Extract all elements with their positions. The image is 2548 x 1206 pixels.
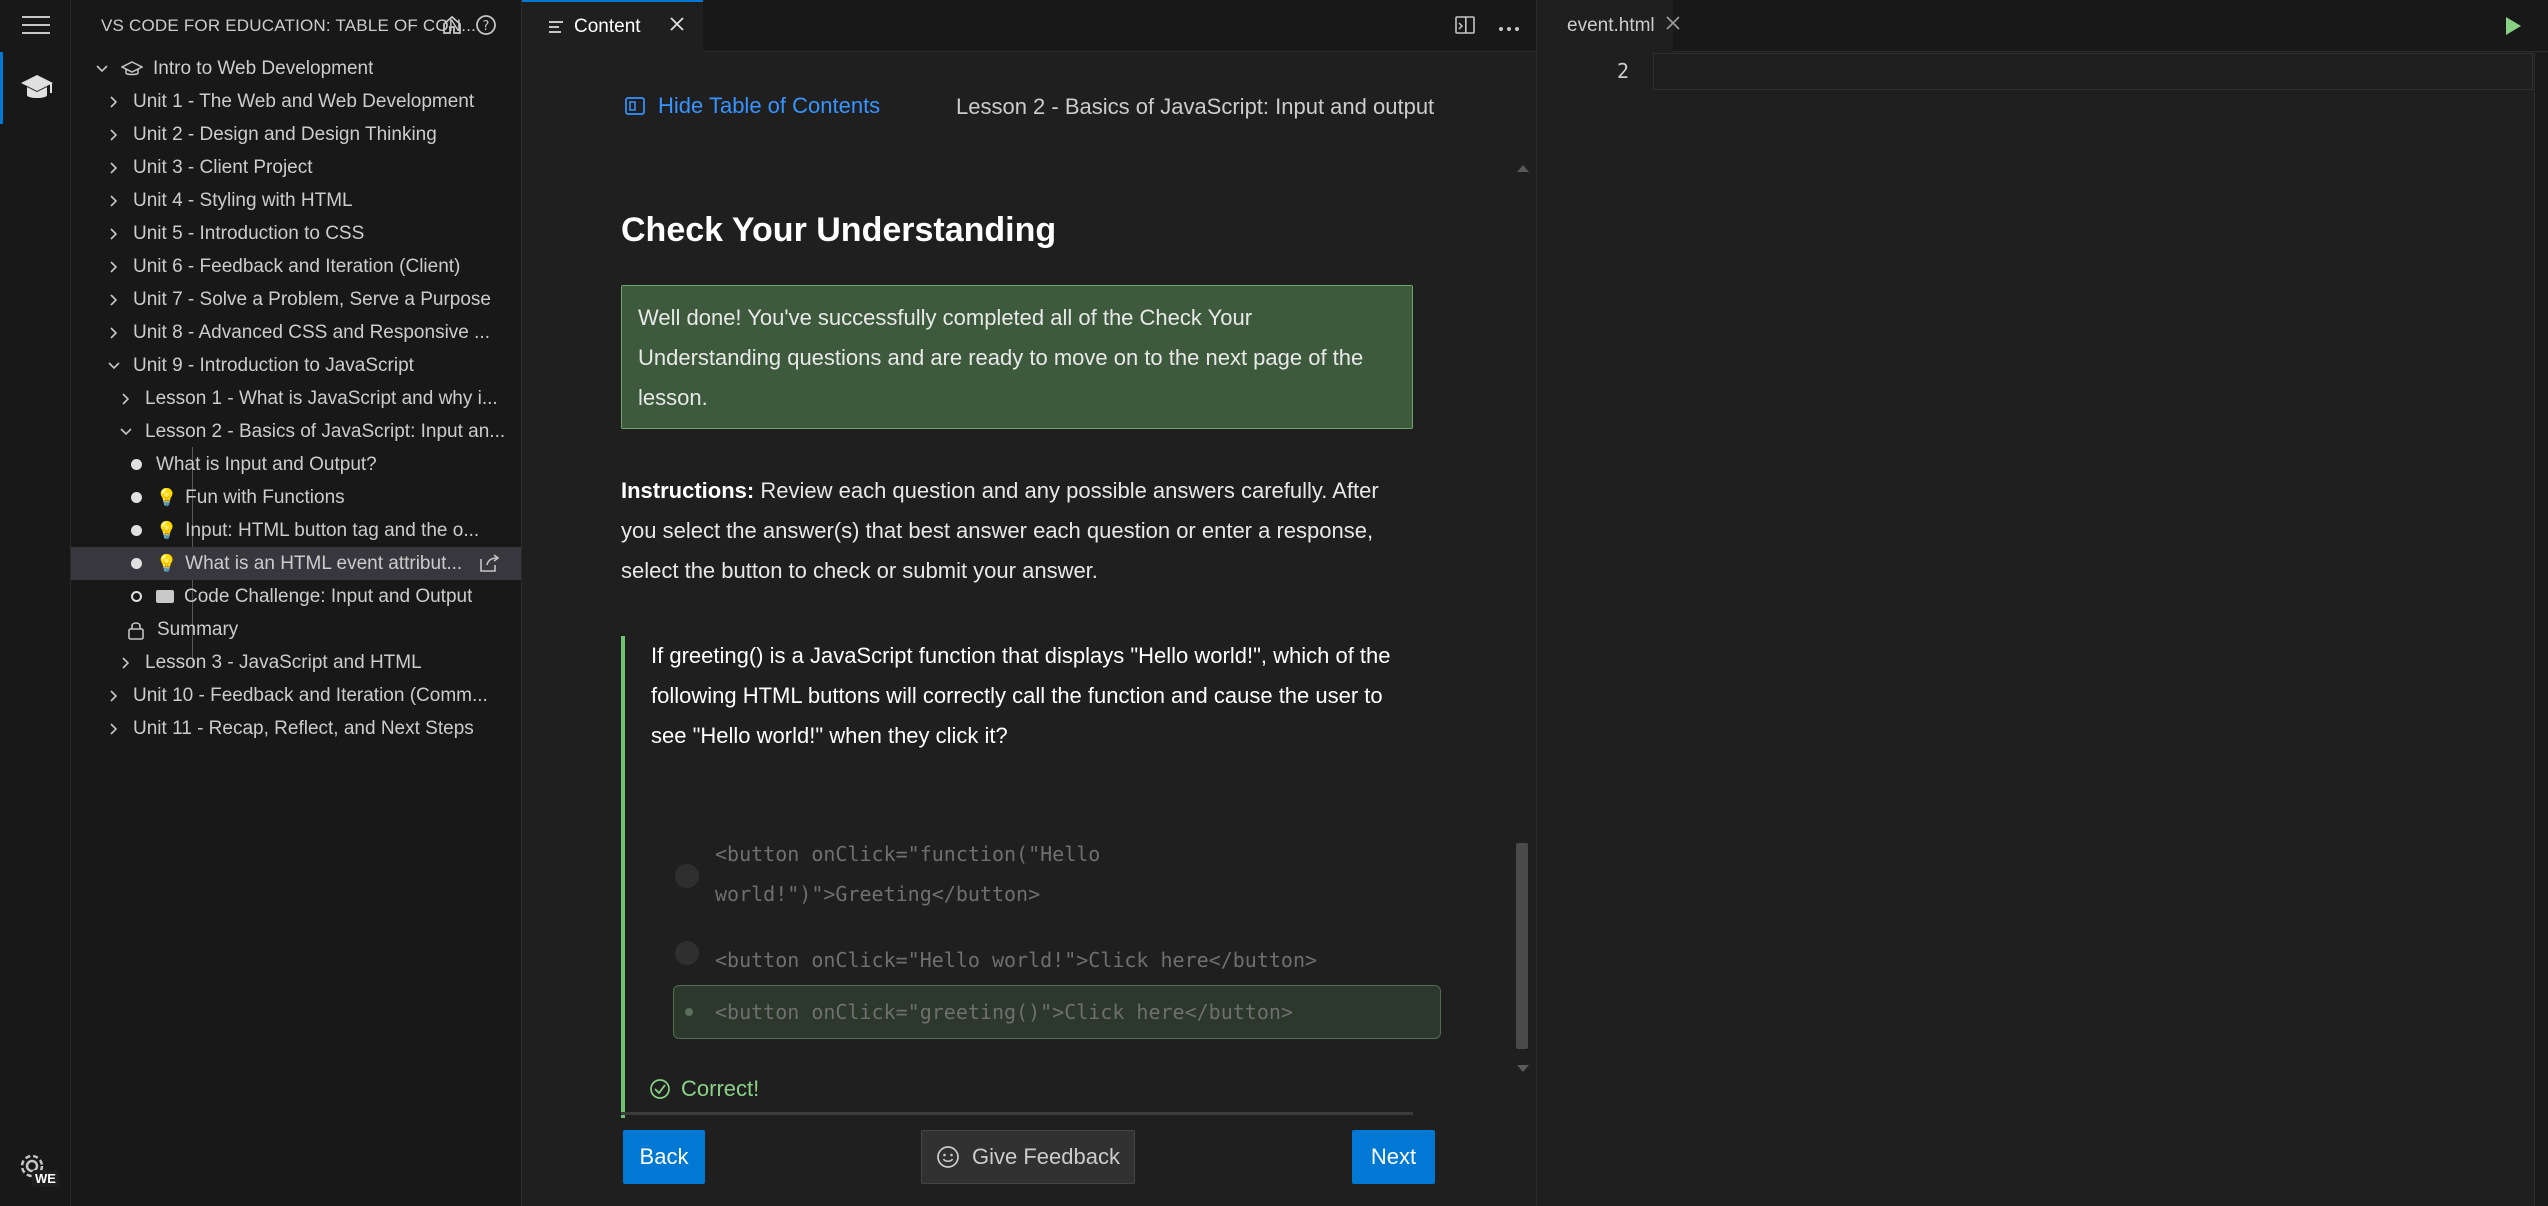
activity-bar: WE (0, 0, 71, 1206)
close-icon[interactable] (1665, 15, 1681, 37)
tree-item-page-input-output[interactable]: What is Input and Output? (71, 448, 521, 481)
result-correct: Correct! (649, 1076, 759, 1102)
scrollbar-thumb[interactable] (1516, 843, 1528, 1049)
tree-item-unit-9[interactable]: Unit 9 - Introduction to JavaScript (71, 349, 521, 382)
lightbulb-icon: 💡 (156, 520, 178, 540)
tab-content[interactable]: Content (522, 0, 703, 52)
tree-item-unit-10[interactable]: Unit 10 - Feedback and Iteration (Comm..… (71, 679, 521, 712)
tree-item-page-summary[interactable]: Summary (71, 613, 521, 646)
run-play-icon[interactable] (2504, 16, 2522, 41)
tree-item-unit-4[interactable]: Unit 4 - Styling with HTML (71, 184, 521, 217)
tree-item-unit-7[interactable]: Unit 7 - Solve a Problem, Serve a Purpos… (71, 283, 521, 316)
back-button[interactable]: Back (623, 1130, 705, 1184)
code-tabbar: event.html (1537, 0, 2548, 52)
hide-toc-link[interactable]: Hide Table of Contents (624, 93, 880, 119)
help-icon[interactable]: ? (475, 14, 497, 41)
current-line-highlight[interactable] (1653, 53, 2533, 90)
menu-icon[interactable] (22, 16, 50, 38)
lesson-content: Hide Table of Contents Lesson 2 - Basics… (522, 53, 1536, 1206)
svg-text:?: ? (483, 19, 490, 34)
preview-toggle-icon[interactable] (1454, 14, 1476, 41)
tree-item-page-functions[interactable]: 💡 Fun with Functions (71, 481, 521, 514)
option-1-radio[interactable] (675, 864, 699, 888)
more-actions-icon[interactable] (1498, 19, 1520, 37)
settings-gear-icon[interactable]: WE (14, 1148, 59, 1192)
keyboard-icon (156, 590, 174, 603)
option-2-label: <button onClick="Hello world!">Click her… (715, 948, 1318, 972)
tree-item-unit-2[interactable]: Unit 2 - Design and Design Thinking (71, 118, 521, 151)
lightbulb-icon: 💡 (156, 487, 178, 507)
page-heading: Check Your Understanding (621, 211, 1057, 249)
lock-icon (128, 621, 144, 640)
line-number: 2 (1616, 59, 1629, 83)
completed-dot-icon (131, 525, 142, 536)
hide-toc-label: Hide Table of Contents (658, 93, 881, 118)
tree-item-page-button-tag[interactable]: 💡 Input: HTML button tag and the o... (71, 514, 521, 547)
next-button[interactable]: Next (1352, 1130, 1435, 1184)
tree-item-unit-5[interactable]: Unit 5 - Introduction to CSS (71, 217, 521, 250)
close-icon[interactable] (669, 16, 685, 38)
incomplete-dot-icon (131, 591, 142, 602)
open-external-icon[interactable] (479, 553, 501, 579)
vscode-window: WE VS CODE FOR EDUCATION: TABLE OF CON..… (0, 0, 2548, 1206)
tree-item-lesson-3[interactable]: Lesson 3 - JavaScript and HTML (71, 646, 521, 679)
completed-dot-icon (131, 558, 142, 569)
document-lines-icon (549, 21, 563, 33)
completed-dot-icon (131, 492, 142, 503)
tree-item-unit-11[interactable]: Unit 11 - Recap, Reflect, and Next Steps (71, 712, 521, 745)
tree-item-unit-3[interactable]: Unit 3 - Client Project (71, 151, 521, 184)
tab-label: Content (574, 16, 641, 37)
lesson-title: Lesson 2 - Basics of JavaScript: Input a… (956, 94, 1435, 119)
tree-item-unit-8[interactable]: Unit 8 - Advanced CSS and Responsive ... (71, 316, 521, 349)
scroll-down-arrow-icon[interactable] (1516, 1061, 1530, 1079)
give-feedback-button[interactable]: Give Feedback (921, 1130, 1135, 1184)
content-editor-group: Content Hide Table of Contents Lesson 2 … (522, 0, 1536, 1206)
question-block: If greeting() is a JavaScript function t… (621, 636, 1441, 1118)
code-editor-group: event.html 2 (1536, 0, 2548, 1206)
panel-collapse-icon (625, 97, 645, 115)
tree-item-page-code-challenge[interactable]: Code Challenge: Input and Output (71, 580, 521, 613)
account-badge: WE (32, 1170, 59, 1187)
option-1-line-1: <button onClick="function("Hello (715, 842, 1101, 866)
tree-item-lesson-2[interactable]: Lesson 2 - Basics of JavaScript: Input a… (71, 415, 521, 448)
tab-label: event.html (1567, 15, 1655, 36)
education-icon[interactable] (0, 52, 71, 124)
tree-item-unit-6[interactable]: Unit 6 - Feedback and Iteration (Client) (71, 250, 521, 283)
completed-dot-icon (131, 459, 142, 470)
scroll-up-arrow-icon[interactable] (1516, 160, 1530, 178)
tab-event-html[interactable]: event.html (1537, 0, 1680, 52)
editor-actions (1454, 14, 1520, 41)
course-cap-icon (121, 60, 143, 75)
footer-divider (621, 1112, 1413, 1115)
option-3-radio (685, 1008, 693, 1016)
content-tabbar: Content (522, 0, 1536, 52)
tree-item-course[interactable]: Intro to Web Development (71, 52, 521, 85)
lightbulb-icon: 💡 (156, 553, 178, 573)
toc-tree: Intro to Web Development Unit 1 - The We… (71, 52, 521, 745)
tree-item-unit-1[interactable]: Unit 1 - The Web and Web Development (71, 85, 521, 118)
sidebar-title: VS CODE FOR EDUCATION: TABLE OF CON... (101, 16, 477, 35)
line-number-gutter: 2 (1537, 53, 1649, 1206)
tree-item-lesson-1[interactable]: Lesson 1 - What is JavaScript and why i.… (71, 382, 521, 415)
table-of-contents-sidebar: VS CODE FOR EDUCATION: TABLE OF CON... ?… (71, 0, 522, 1206)
instructions: Instructions: Review each question and a… (621, 471, 1411, 591)
option-1-line-2: world!")">Greeting</button> (715, 882, 1041, 906)
success-alert: Well done! You've successfully completed… (621, 285, 1413, 429)
option-3-label: <button onClick="greeting()">Click here<… (715, 1000, 1293, 1024)
instructions-label: Instructions: (621, 478, 755, 503)
editor-scrollbar[interactable] (2534, 53, 2548, 1206)
sidebar-header: VS CODE FOR EDUCATION: TABLE OF CON... ? (71, 0, 521, 52)
check-circle-icon (650, 1079, 670, 1099)
home-icon[interactable] (441, 14, 463, 41)
tree-item-page-event-attribute[interactable]: 💡 What is an HTML event attribut... (71, 547, 521, 580)
smiley-icon (937, 1146, 959, 1168)
option-2-radio[interactable] (675, 941, 699, 965)
question-text: If greeting() is a JavaScript function t… (651, 643, 1391, 748)
